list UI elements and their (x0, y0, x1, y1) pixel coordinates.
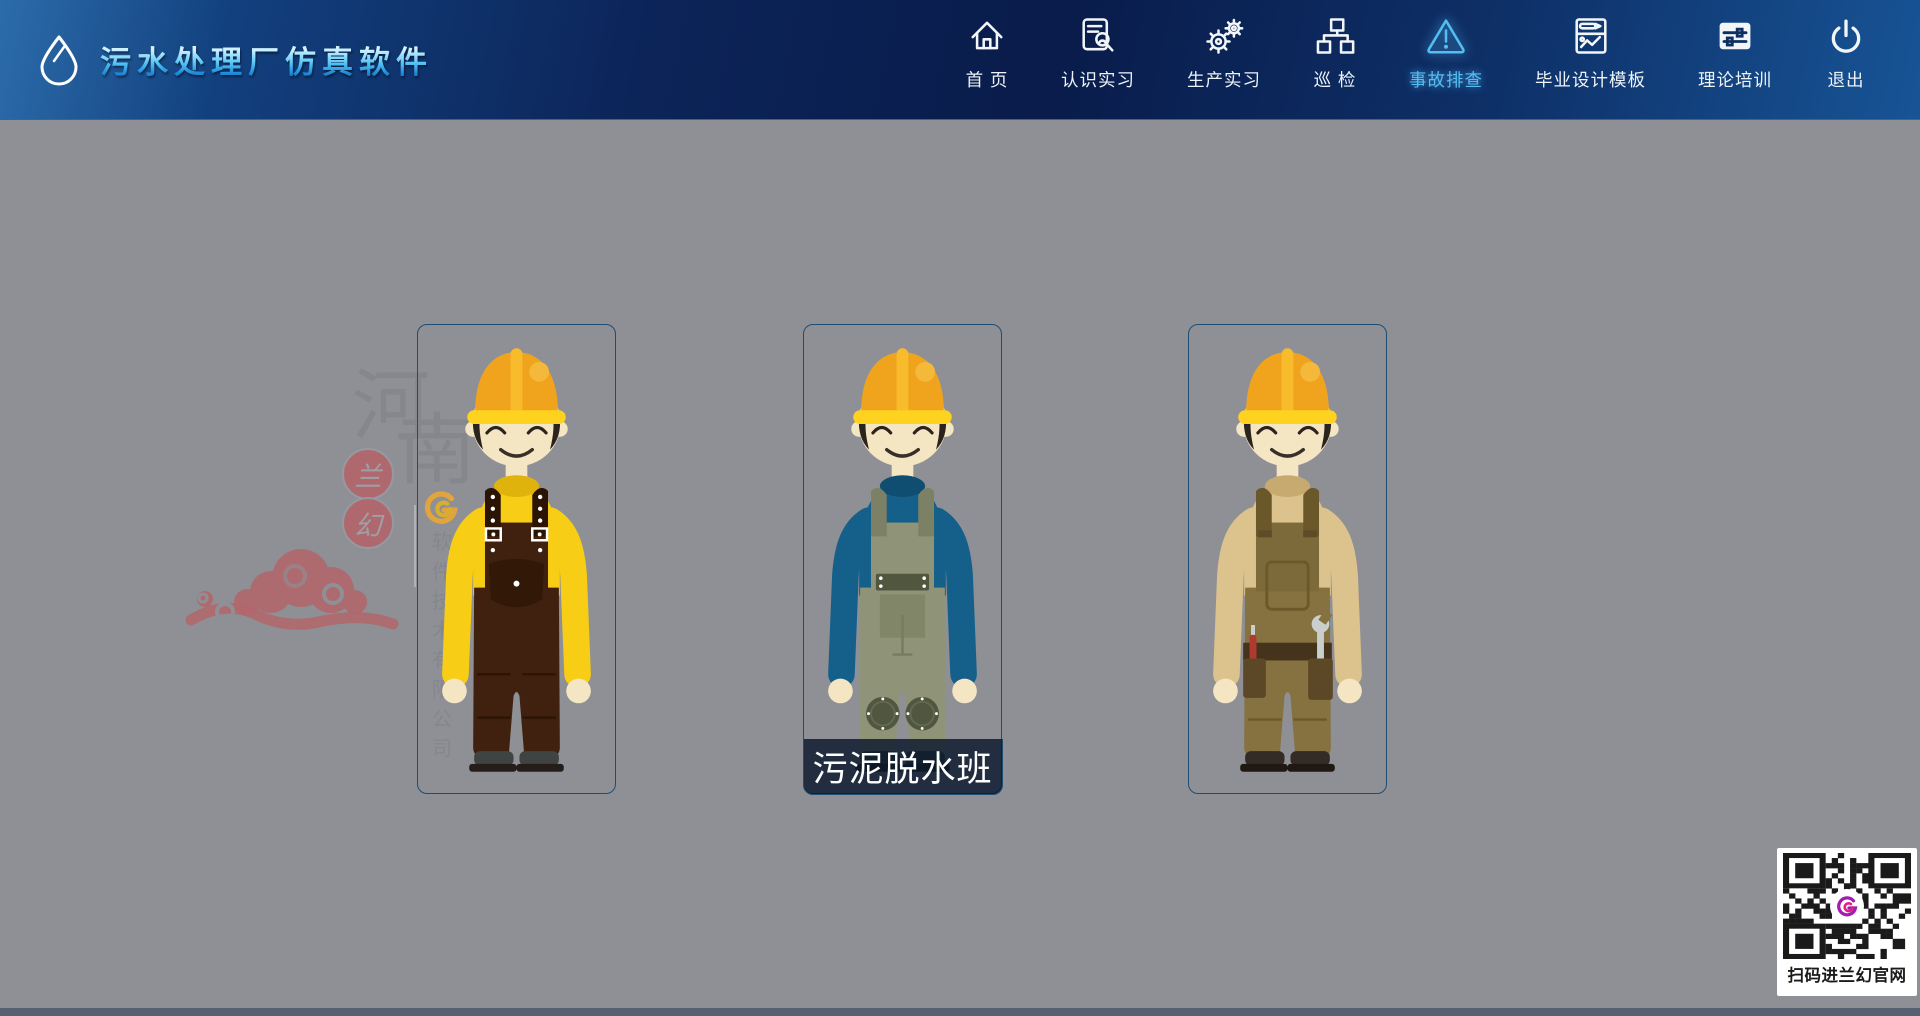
nav-label: 毕业设计模板 (1535, 67, 1646, 92)
worker-card-3[interactable] (1188, 324, 1387, 794)
nav-label: 巡 检 (1314, 67, 1357, 92)
nav-item-home[interactable]: 首 页 (939, 0, 1035, 119)
nav-label: 认识实习 (1061, 67, 1135, 92)
home-icon (965, 14, 1009, 58)
nav-label: 事故排查 (1409, 67, 1483, 92)
water-drop-icon (36, 34, 82, 86)
worker-figure (1189, 325, 1386, 793)
nav-item-exit[interactable]: 退出 (1798, 0, 1894, 119)
main-nav: 首 页 认识实习 (939, 0, 1894, 119)
qr-center-logo-icon (1830, 889, 1864, 923)
main-area: 河 南 兰 幻 软件技术有限公司 (0, 119, 1920, 1008)
watermark-seal-lan: 兰 (342, 448, 394, 500)
qr-caption: 扫码进兰幻官网 (1783, 962, 1911, 986)
nav-item-inspection[interactable]: 巡 检 (1287, 0, 1383, 119)
nav-item-theory-training[interactable]: 理论培训 (1672, 0, 1798, 119)
nav-item-production-practice[interactable]: 生产实习 (1161, 0, 1287, 119)
inspection-icon (1313, 14, 1357, 58)
app-title: 污水处理厂仿真软件 (100, 37, 433, 82)
watermark-divider (414, 505, 416, 587)
worker-card-2[interactable]: 污泥脱水班 (803, 324, 1002, 794)
worker-card-1[interactable] (417, 324, 616, 794)
app-logo: 污水处理厂仿真软件 (36, 34, 433, 86)
app-window: 污水处理厂仿真软件 首 页 认识实习 (0, 0, 1920, 1016)
theory-training-icon (1713, 14, 1757, 58)
nav-item-graduation-template[interactable]: 毕业设计模板 (1509, 0, 1672, 119)
worker-figure (804, 325, 1001, 793)
nav-label: 退出 (1828, 67, 1865, 92)
exit-icon (1824, 14, 1868, 58)
top-navbar: 污水处理厂仿真软件 首 页 认识实习 (0, 0, 1920, 119)
team-label: 污泥脱水班 (803, 739, 1003, 795)
cognition-practice-icon (1076, 14, 1120, 58)
nav-label: 理论培训 (1698, 67, 1772, 92)
nav-label: 生产实习 (1187, 67, 1261, 92)
bottom-strip (0, 1008, 1920, 1016)
graduation-template-icon (1569, 14, 1613, 58)
qr-code: 扫码进兰幻官网 (1777, 848, 1917, 996)
nav-item-cognition-practice[interactable]: 认识实习 (1035, 0, 1161, 119)
production-practice-icon (1202, 14, 1246, 58)
nav-item-accident-check[interactable]: 事故排查 (1383, 0, 1509, 119)
worker-figure (418, 325, 615, 793)
accident-check-icon (1424, 14, 1468, 58)
cloud-motif-icon (183, 542, 411, 640)
nav-label: 首 页 (966, 67, 1009, 92)
